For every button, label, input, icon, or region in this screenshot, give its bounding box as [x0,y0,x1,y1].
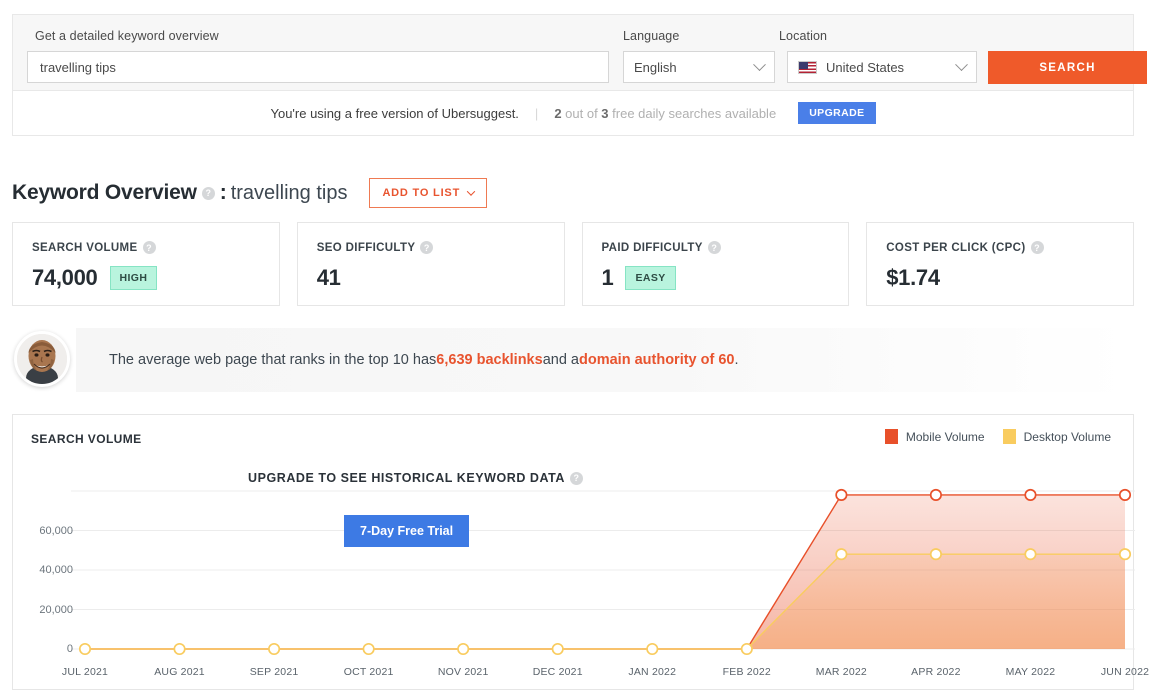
chevron-down-icon [753,57,766,71]
legend-item-mobile-volume[interactable]: Mobile Volume [884,429,985,444]
chart-svg [71,488,1135,656]
question-mark-icon[interactable]: ? [570,471,583,485]
chevron-down-icon [955,57,968,71]
x-axis-tick-label: JUL 2021 [61,666,109,678]
x-axis-tick-label: FEB 2022 [722,666,771,678]
x-axis-tick-label: JAN 2022 [628,666,677,678]
language-select[interactable]: English [623,51,775,83]
quota-used: 2 [554,105,562,121]
language-label: Language [623,29,680,43]
quota-mid: out of [561,105,602,121]
question-mark-icon[interactable]: ? [707,241,721,254]
add-to-list-label: ADD TO LIST [382,187,461,199]
page-title: Keyword Overview [12,181,197,204]
search-volume-chart-panel: SEARCH VOLUME Mobile Volume Desktop Volu… [12,414,1149,691]
metric-card-cpc: COST PER CLICK (CPC) ? $1.74 [866,222,1134,306]
card-value: $1.74 [886,265,940,290]
question-mark-icon[interactable]: ? [420,241,434,254]
metric-card-search-volume: SEARCH VOLUME ? 74,000 HIGH [12,222,280,306]
card-header: PAID DIFFICULTY ? [602,241,830,254]
insight-backlinks-value: 6,639 backlinks [436,352,543,368]
search-quota-text: 2 out of 3 free daily searches available [554,106,776,121]
title-colon: : [219,181,227,204]
insight-banner: The average web page that ranks in the t… [14,328,1132,392]
quota-suffix: free daily searches available [608,105,777,121]
chevron-down-icon [466,187,476,196]
add-to-list-button[interactable]: ADD TO LIST [369,178,488,208]
metric-card-seo-difficulty: SEO DIFFICULTY ? 41 [296,222,565,306]
avatar [14,331,70,387]
y-axis-tick-label: 0 [66,643,73,655]
insight-text: The average web page that ranks in the t… [109,328,739,392]
card-value-row: 41 [317,265,545,291]
neil-patel-avatar [17,334,67,384]
us-flag-icon [798,60,817,74]
chart-upgrade-title: UPGRADE TO SEE HISTORICAL KEYWORD DATA ? [248,471,588,485]
location-select[interactable]: United States [787,51,977,83]
free-trial-button[interactable]: 7-Day Free Trial [344,515,470,547]
status-badge: EASY [625,266,676,290]
status-badge: HIGH [109,266,158,290]
chart-title: SEARCH VOLUME [31,432,142,446]
card-label: SEO DIFFICULTY [316,241,416,254]
x-axis-tick-label: NOV 2021 [437,666,489,678]
card-header: COST PER CLICK (CPC) ? [886,241,1114,254]
card-value-row: $1.74 [886,265,1114,291]
card-value-row: 1 EASY [602,265,830,291]
card-label: PAID DIFFICULTY [601,241,703,254]
language-selected-value: English [634,59,677,75]
card-header: SEARCH VOLUME ? [32,241,260,254]
free-version-banner: You're using a free version of Ubersugge… [12,90,1134,136]
page-title-keyword: travelling tips [230,181,348,204]
card-value: 41 [316,265,341,290]
card-label: SEARCH VOLUME [32,241,138,254]
search-button[interactable]: SEARCH [988,51,1147,84]
y-axis-labels: 0 20,000 40,000 60,000 [13,471,73,671]
free-version-message: You're using a free version of Ubersugge… [270,105,519,121]
x-axis-tick-label: OCT 2021 [343,666,394,678]
upgrade-button[interactable]: UPGRADE [798,102,876,124]
keyword-input[interactable] [27,51,609,83]
chart-legend: Mobile Volume Desktop Volume [884,429,1111,444]
card-header: SEO DIFFICULTY ? [317,241,545,254]
metric-card-paid-difficulty: PAID DIFFICULTY ? 1 EASY [581,222,850,306]
card-value: 74,000 [32,265,98,290]
y-axis-tick-label: 20,000 [39,603,73,616]
x-axis-tick-label: MAR 2022 [815,666,867,678]
question-mark-icon[interactable]: ? [201,186,215,200]
question-mark-icon[interactable]: ? [142,241,156,254]
y-axis-tick-label: 60,000 [39,524,73,537]
chart-upgrade-label: UPGRADE TO SEE HISTORICAL KEYWORD DATA [248,471,565,485]
legend-label-mobile: Mobile Volume [905,429,985,444]
legend-swatch-mobile [884,429,898,444]
location-selected-value: United States [826,59,905,75]
legend-item-desktop-volume[interactable]: Desktop Volume [1002,429,1111,444]
legend-label-desktop: Desktop Volume [1023,429,1111,444]
card-value: 1 [601,265,614,290]
chart-plot-area: 0 20,000 40,000 60,000 JUL 2021 AUG 2021 SEP … [13,471,1149,691]
x-axis-tick-label: AUG 2021 [154,666,205,678]
page-title-row: Keyword Overview ? : travelling tips ADD… [12,178,488,208]
legend-swatch-desktop [1002,429,1016,444]
insight-text-part2: and a [542,352,579,368]
keyword-field-label: Get a detailed keyword overview [35,29,219,43]
y-axis-tick-label: 40,000 [39,564,73,576]
quota-total: 3 [601,105,609,121]
insight-text-part1: The average web page that ranks in the t… [109,352,437,368]
location-label: Location [779,29,828,43]
x-axis-tick-label: SEP 2021 [249,666,299,678]
question-mark-icon[interactable]: ? [1030,241,1044,254]
x-axis-tick-label: MAY 2022 [1005,666,1056,678]
insight-domain-authority-value: domain authority of 60 [579,352,735,368]
card-label: COST PER CLICK (CPC) [886,241,1026,254]
x-axis-tick-label: APR 2022 [911,666,961,678]
x-axis-tick-label: JUN 2022 [1100,666,1149,678]
card-value-row: 74,000 HIGH [32,265,260,291]
insight-text-part3: . [734,352,739,368]
search-panel: Get a detailed keyword overview Language… [12,14,1147,90]
x-axis-tick-label: DEC 2021 [532,666,583,678]
banner-divider: | [534,105,539,121]
metric-cards: SEARCH VOLUME ? 74,000 HIGH SEO DIFFICUL… [12,222,1134,306]
